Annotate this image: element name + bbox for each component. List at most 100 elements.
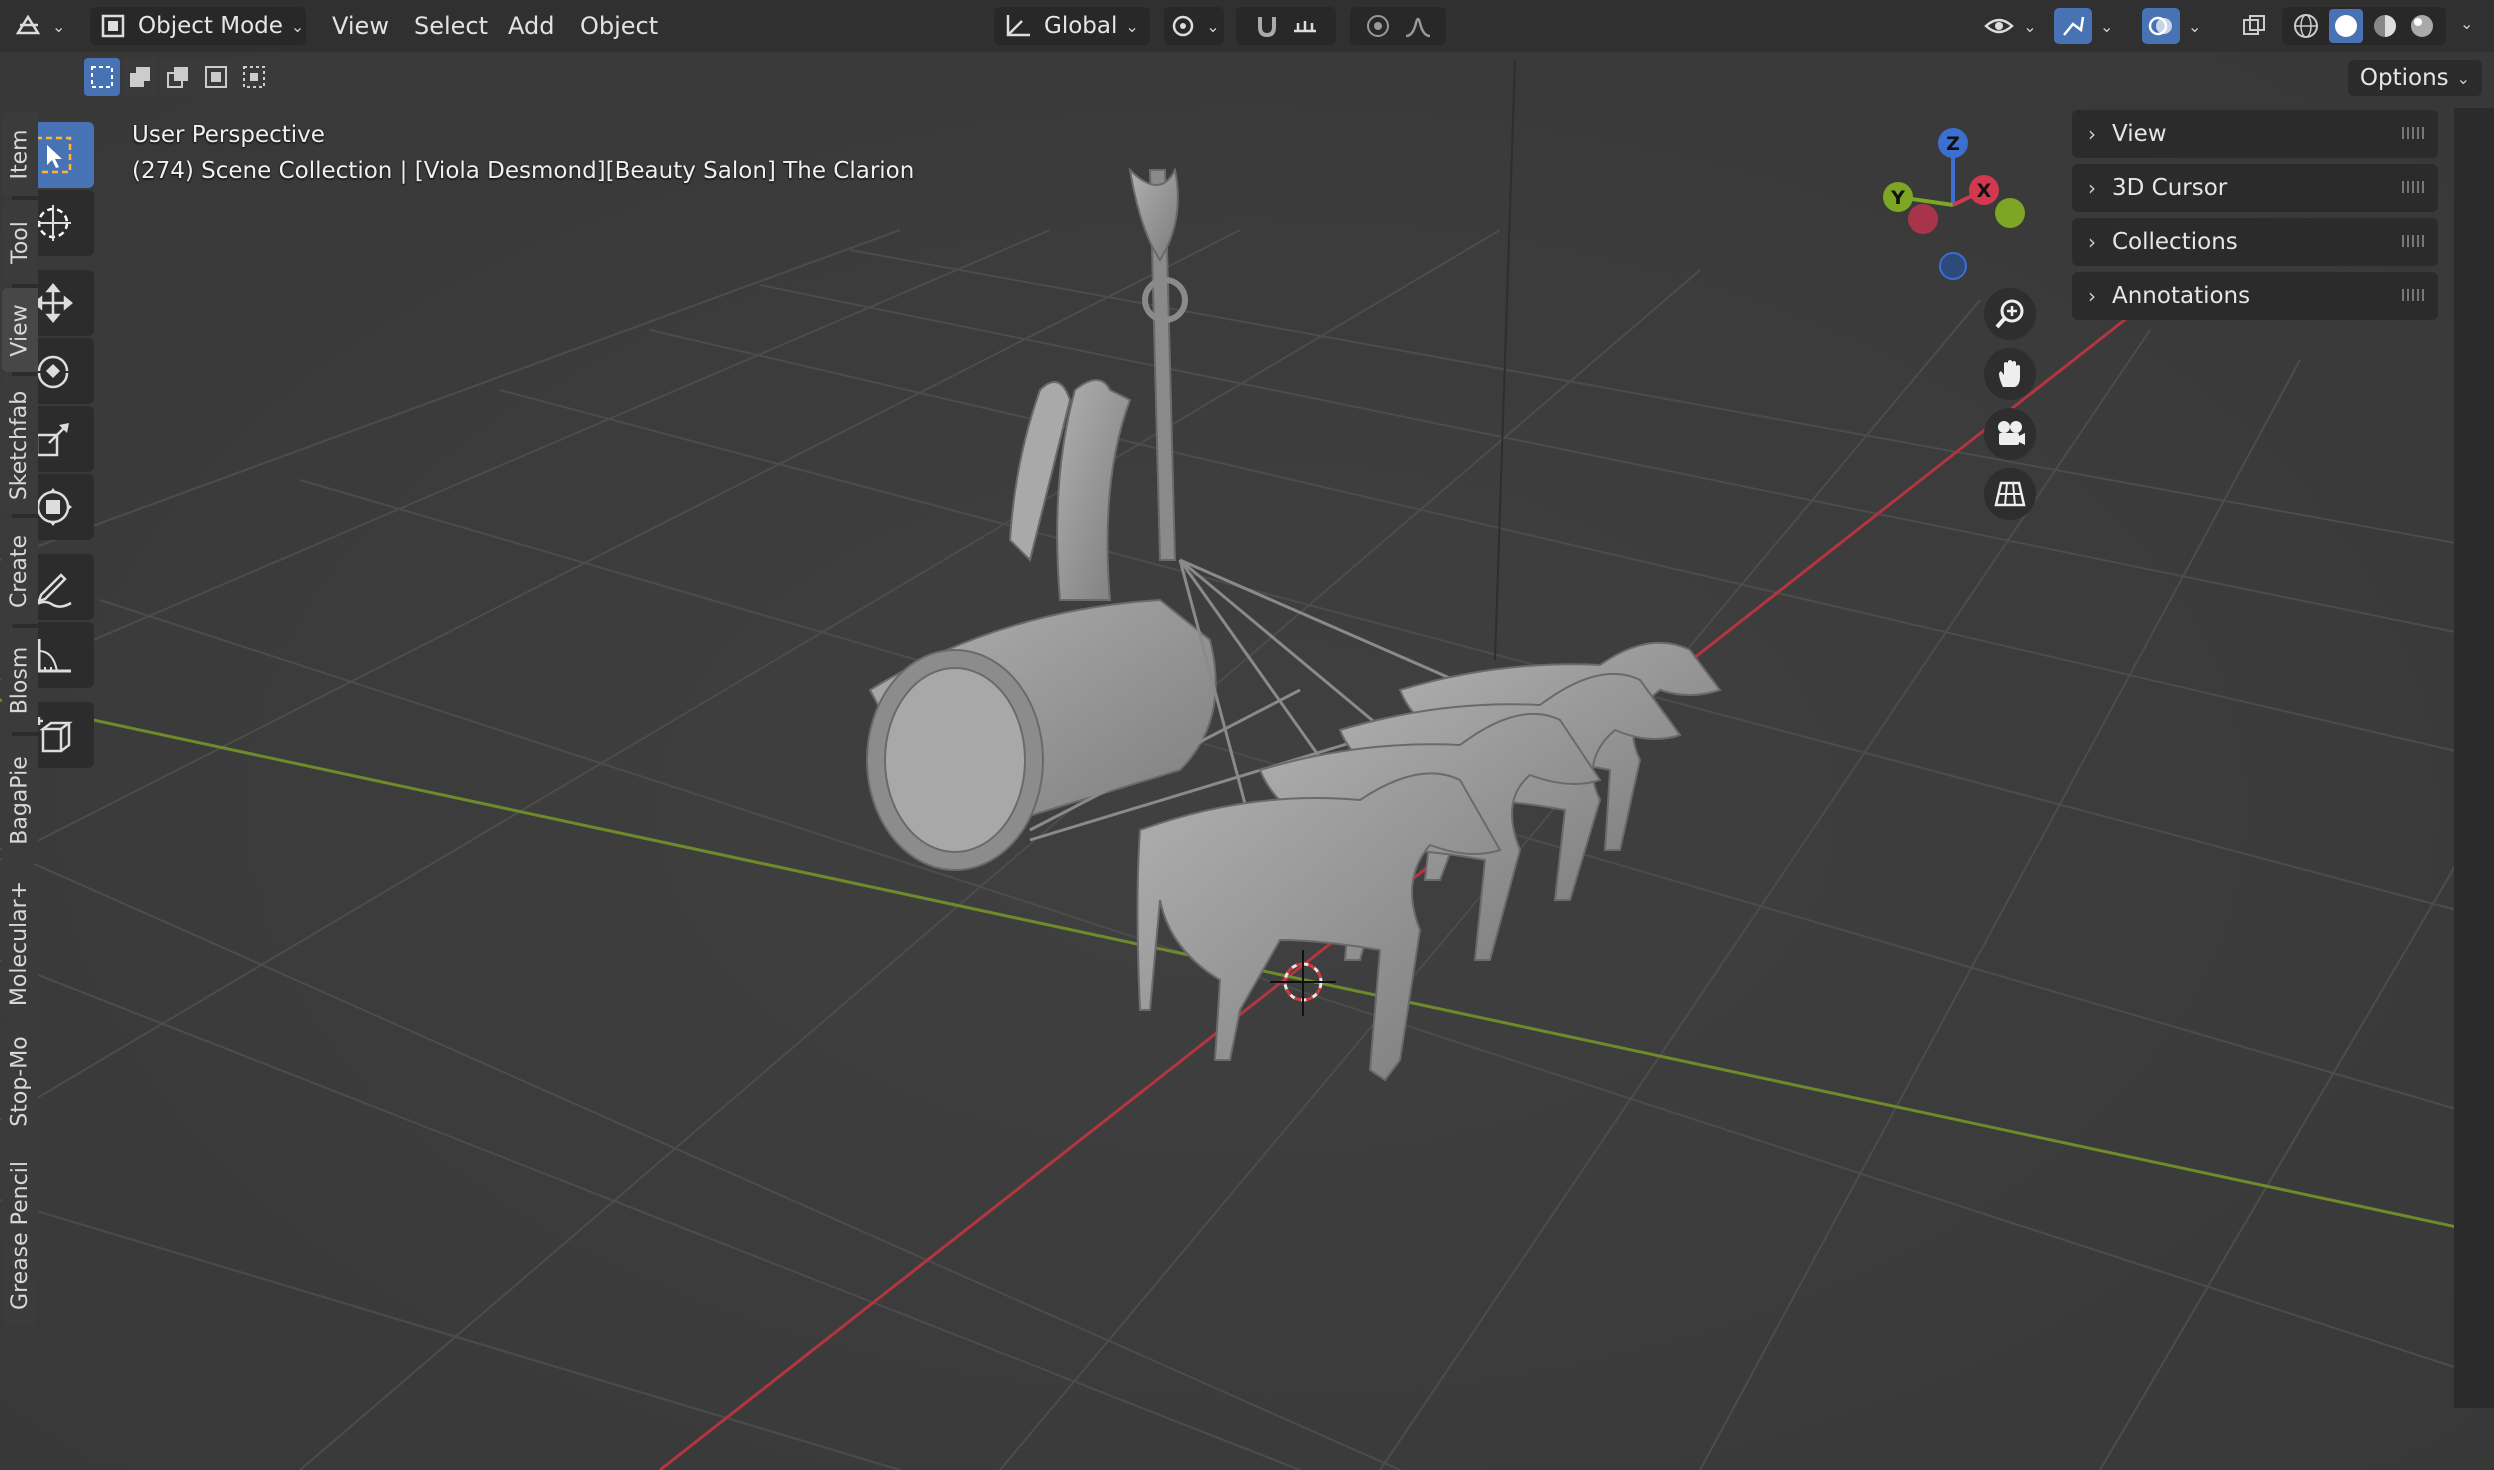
orientation-label: Global [1044,13,1118,39]
tab-label: Create [7,534,33,608]
drag-handle-icon[interactable] [2402,181,2424,193]
magnet-icon[interactable] [1252,11,1282,41]
eye-icon [1983,11,2015,41]
chevron-right-icon: › [2088,230,2096,254]
panel-section-view[interactable]: › View [2072,110,2438,158]
shading-options-chevron-icon[interactable]: ⌄ [2460,14,2473,33]
editor-type-button[interactable]: ⌄ [14,7,76,45]
object-mode-dropdown[interactable]: Object Mode ⌄ [90,7,306,45]
options-dropdown[interactable]: Options ⌄ [2348,60,2482,96]
chevron-down-icon: ⌄ [52,16,66,36]
tab-stop-mo[interactable]: Stop-Mo [2,1022,38,1140]
pan-button[interactable] [1984,348,2036,400]
menu-add[interactable]: Add [502,7,560,45]
tab-molecular-plus[interactable]: Molecular+ [2,868,38,1018]
tab-item[interactable]: Item [2,112,38,196]
tab-grease-pencil[interactable]: Grease Pencil [2,1144,38,1326]
object-mode-label: Object Mode [138,13,283,39]
pivot-point-dropdown[interactable]: ⌄ [1164,7,1224,45]
camera-icon [1993,417,2027,451]
menu-object[interactable]: Object [574,7,664,45]
panel-section-label: Collections [2112,229,2238,255]
overlays-toggle[interactable]: ⌄ [2142,7,2218,45]
grid-icon [1993,477,2027,511]
tab-label: Sketchfab [7,390,33,500]
editor-type-icon [14,11,44,41]
panel-section-label: View [2112,121,2167,147]
gizmo-icon [2054,8,2092,44]
solid-shading-icon[interactable] [2328,9,2363,43]
xray-icon [2240,12,2268,40]
chevron-down-icon: ⌄ [2188,16,2202,36]
zoom-icon [1993,297,2027,331]
menu-view[interactable]: View [326,7,395,45]
tab-create[interactable]: Create [2,518,38,624]
scene-collection-label: (274) Scene Collection | [Viola Desmond]… [132,158,915,184]
wireframe-shading-icon[interactable] [2292,12,2320,40]
tab-blosm[interactable]: Blosm [2,628,38,732]
drag-handle-icon[interactable] [2402,289,2424,301]
panel-section-label: Annotations [2112,283,2251,309]
blender-window: ⌄ Object Mode ⌄ View Select Add Object G… [0,0,2494,1470]
panel-section-3d-cursor[interactable]: › 3D Cursor [2072,164,2438,212]
select-invert-icon [203,64,229,90]
projection-toggle-button[interactable] [1984,468,2036,520]
overlays-icon [2142,8,2180,44]
select-subtract-button[interactable] [160,58,196,96]
neg-z-axis-handle[interactable] [1939,252,1967,280]
rendered-shading-icon[interactable] [2408,12,2436,40]
snapping-group[interactable] [1236,7,1336,45]
tab-label: Molecular+ [7,880,33,1006]
tab-label: BagaPie [7,755,33,845]
perspective-label: User Perspective [132,122,325,148]
sidebar-tabs [2454,108,2494,1408]
options-label: Options [2359,65,2449,91]
y-axis-label: Y [1890,187,1905,209]
chevron-down-icon: ⌄ [1206,16,1220,36]
chevron-right-icon: › [2088,284,2096,308]
chevron-down-icon: ⌄ [2023,16,2037,36]
z-axis-label: Z [1946,133,1960,155]
select-invert-button[interactable] [198,58,234,96]
camera-view-button[interactable] [1984,408,2036,460]
tab-label: Item [7,128,33,180]
panel-section-collections[interactable]: › Collections [2072,218,2438,266]
tab-tool[interactable]: Tool [2,200,38,284]
transform-orientation-dropdown[interactable]: Global ⌄ [994,7,1150,45]
select-extend-icon [127,64,153,90]
select-extend-button[interactable] [122,58,158,96]
tab-view[interactable]: View [2,288,38,372]
navigation-gizmo[interactable]: Z Y X [1880,125,2040,290]
snap-increment-icon[interactable] [1290,11,1320,41]
chevron-down-icon: ⌄ [2456,68,2471,88]
falloff-curve-icon[interactable] [1403,11,1433,41]
tab-sketchfab[interactable]: Sketchfab [2,376,38,514]
tab-bagapie[interactable]: BagaPie [2,736,38,864]
drag-handle-icon[interactable] [2402,127,2424,139]
proportional-editing-group[interactable] [1350,7,1446,45]
panel-section-label: 3D Cursor [2112,175,2228,201]
xray-toggle[interactable] [2236,7,2272,45]
zoom-button[interactable] [1984,288,2036,340]
panel-section-annotations[interactable]: › Annotations [2072,272,2438,320]
neg-y-axis-handle[interactable] [1995,198,2025,228]
select-subtract-icon [165,64,191,90]
chevron-right-icon: › [2088,176,2096,200]
visibility-dropdown[interactable]: ⌄ [1980,7,2040,45]
proportional-editing-icon[interactable] [1363,11,1393,41]
x-axis-label: X [1977,180,1992,202]
drag-handle-icon[interactable] [2402,235,2424,247]
shading-mode-group[interactable] [2282,7,2446,45]
gizmo-toggle[interactable]: ⌄ [2054,7,2130,45]
chevron-down-icon: ⌄ [1125,16,1139,36]
select-intersect-button[interactable] [236,58,272,96]
select-new-button[interactable] [84,58,120,96]
orientation-axes-icon [1002,11,1034,41]
material-shading-icon[interactable] [2371,12,2399,40]
select-new-icon [89,64,115,90]
tab-label: Grease Pencil [7,1160,33,1310]
viewport-header: ⌄ Object Mode ⌄ View Select Add Object G… [0,0,2494,52]
menu-select[interactable]: Select [408,7,494,45]
neg-x-axis-handle[interactable] [1908,204,1938,234]
pivot-point-icon [1168,11,1198,41]
